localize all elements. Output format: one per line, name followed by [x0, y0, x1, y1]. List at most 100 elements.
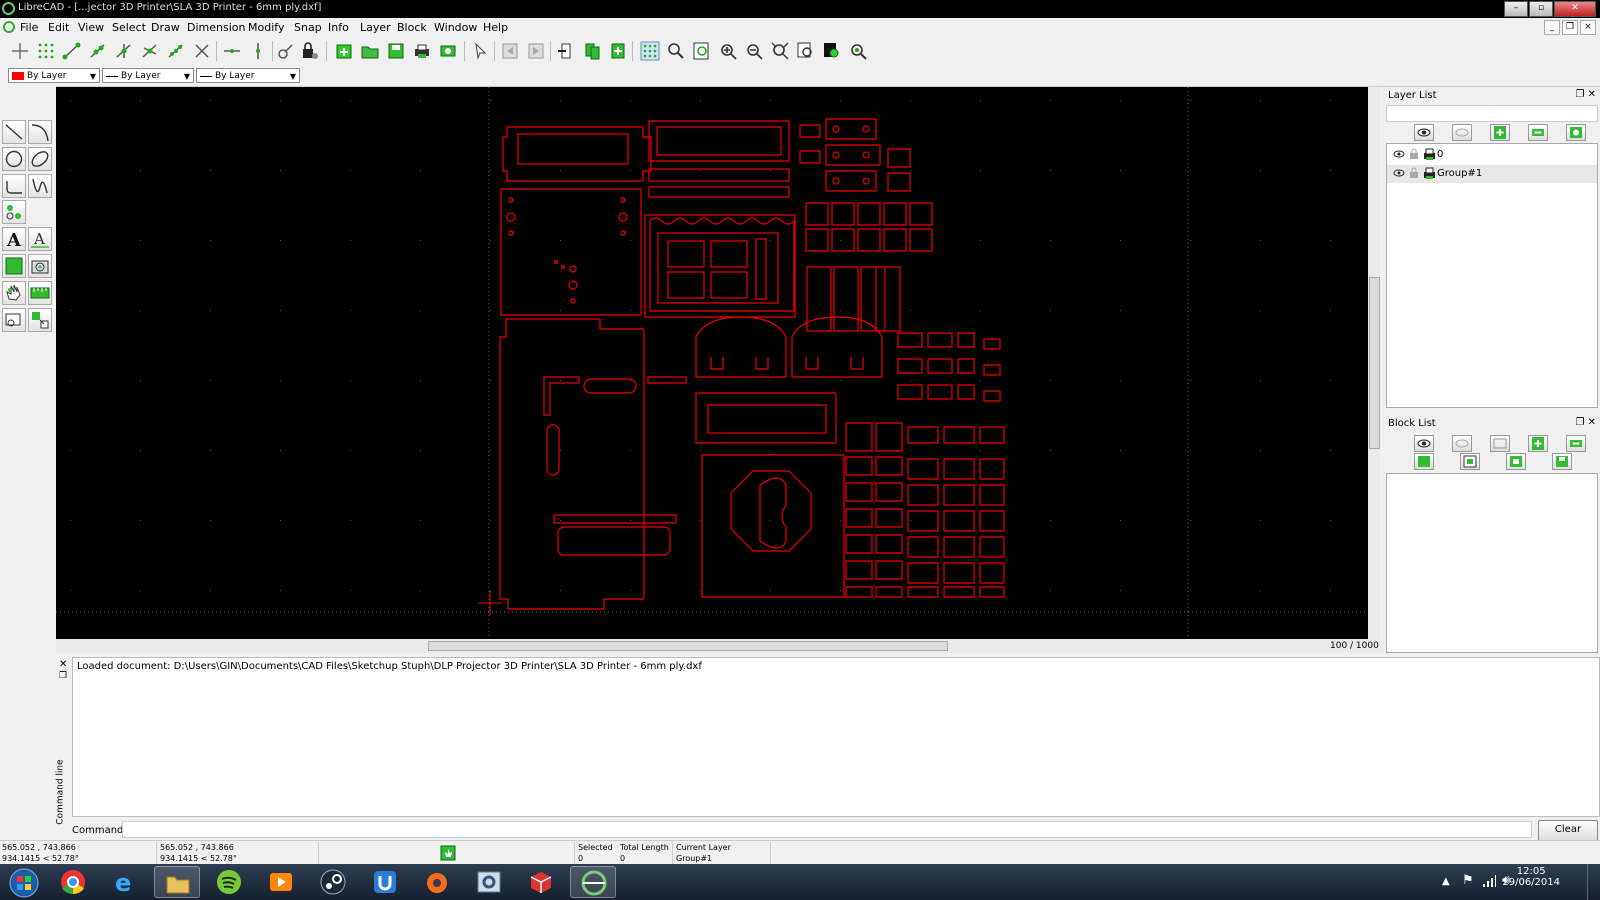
start-button[interactable] [0, 866, 44, 898]
draw-polyline-tool[interactable] [2, 174, 26, 198]
drawing-canvas[interactable] [56, 87, 1368, 639]
horizontal-scroll-thumb[interactable] [428, 641, 948, 651]
restrict-vertical-icon[interactable] [248, 41, 268, 61]
hide-all-layers-button[interactable] [1452, 124, 1472, 141]
vertical-scroll-thumb[interactable] [1369, 277, 1380, 449]
paste-icon[interactable] [608, 41, 628, 61]
menu-modify[interactable]: Modify [248, 21, 284, 34]
line-type-select[interactable]: By Layer ▼ [102, 68, 194, 83]
taskbar-chrome[interactable] [50, 866, 96, 898]
add-layer-button[interactable] [1490, 124, 1510, 141]
close-button[interactable]: ✕ [1554, 1, 1596, 17]
menu-block[interactable]: Block [397, 21, 427, 34]
eye-icon[interactable] [1393, 149, 1405, 159]
clear-button[interactable]: Clear [1538, 820, 1598, 841]
menu-view[interactable]: View [78, 21, 104, 34]
cut-icon[interactable] [556, 41, 576, 61]
measure-tool[interactable] [28, 281, 52, 305]
taskbar-control-panel[interactable] [466, 866, 512, 898]
lock-relative-zero-icon[interactable] [300, 41, 320, 61]
create-block-button[interactable] [1490, 435, 1510, 452]
snap-on-entity-icon[interactable] [88, 41, 108, 61]
remove-block-button[interactable] [1566, 435, 1586, 452]
draw-ellipse-tool[interactable] [28, 147, 52, 171]
printer-icon[interactable] [1423, 167, 1436, 180]
grid-toggle-icon[interactable] [640, 41, 660, 61]
zoom-previous-icon[interactable] [796, 41, 816, 61]
menu-info[interactable]: Info [328, 21, 349, 34]
layer-filter-input[interactable] [1386, 105, 1598, 122]
mdi-close-button[interactable]: × [1580, 20, 1596, 35]
action-center-flag-icon[interactable]: ⚑ [1462, 873, 1474, 888]
taskbar-sketchup[interactable] [518, 866, 564, 898]
taskbar-spotify[interactable] [206, 866, 252, 898]
snap-endpoint-icon[interactable] [62, 41, 82, 61]
line-width-select[interactable]: By Layer ▼ [196, 68, 300, 83]
show-hidden-icons-icon[interactable]: ▲ [1442, 876, 1450, 887]
taskbar-media-player[interactable] [258, 866, 304, 898]
snap-middle-icon[interactable] [140, 41, 160, 61]
network-signal-icon[interactable] [1482, 874, 1496, 888]
system-clock[interactable]: 12:05 29/06/2014 [1502, 866, 1560, 888]
draw-circle-tool[interactable] [2, 147, 26, 171]
taskbar-steam[interactable] [310, 866, 356, 898]
snap-grid-icon[interactable] [36, 41, 56, 61]
menu-layer[interactable]: Layer [360, 21, 391, 34]
horizontal-scrollbar[interactable] [56, 639, 1386, 653]
insert-block-tool[interactable] [28, 308, 52, 332]
zoom-auto-icon[interactable] [770, 41, 790, 61]
draw-arc-tool[interactable] [28, 120, 52, 144]
taskbar-librecad[interactable] [570, 866, 616, 898]
show-desktop-button[interactable] [1587, 864, 1600, 900]
zoom-window-icon[interactable] [822, 41, 842, 61]
menu-edit[interactable]: Edit [48, 21, 69, 34]
block-tools[interactable] [2, 308, 26, 332]
menu-draw[interactable]: Draw [151, 21, 180, 34]
show-all-blocks-button[interactable] [1414, 435, 1434, 452]
layer-dock-controls[interactable]: ❐ ✕ [1575, 89, 1596, 100]
printer-icon[interactable] [1423, 148, 1436, 161]
menu-window[interactable]: Window [434, 21, 477, 34]
taskbar-origin[interactable] [414, 866, 460, 898]
save-file-icon[interactable] [386, 41, 406, 61]
maximize-button[interactable]: ▫ [1529, 1, 1553, 17]
relative-zero-icon[interactable] [276, 41, 296, 61]
snap-distance-icon[interactable] [166, 41, 186, 61]
layer-row[interactable]: Group#1 [1387, 165, 1597, 183]
show-all-layers-button[interactable] [1414, 124, 1434, 141]
new-file-icon[interactable] [334, 41, 354, 61]
draw-text-tool[interactable]: A [2, 227, 26, 251]
zoom-out-icon[interactable] [744, 41, 764, 61]
save-block-button[interactable] [1552, 453, 1572, 470]
restrict-horizontal-icon[interactable] [222, 41, 242, 61]
menu-snap[interactable]: Snap [294, 21, 322, 34]
edit-block-button[interactable] [1460, 453, 1480, 470]
menu-select[interactable]: Select [112, 21, 146, 34]
print-preview-icon[interactable] [438, 41, 458, 61]
insert-image-tool[interactable] [28, 254, 52, 278]
draw-spline-tool[interactable] [28, 174, 52, 198]
layer-row[interactable]: 0 [1387, 146, 1597, 164]
redo-icon[interactable] [526, 41, 546, 61]
menu-file[interactable]: File [20, 21, 38, 34]
select-tools[interactable] [2, 200, 26, 224]
redraw-icon[interactable] [692, 41, 712, 61]
hide-all-blocks-button[interactable] [1452, 435, 1472, 452]
command-dock-close-button[interactable]: ✕ [59, 659, 67, 670]
taskbar-file-explorer[interactable] [154, 866, 200, 898]
lock-icon[interactable] [1409, 167, 1419, 179]
mdi-minimize-button[interactable]: _ [1544, 20, 1560, 35]
minimize-button[interactable]: – [1504, 1, 1528, 17]
command-dock-float-button[interactable]: ❐ [59, 671, 67, 681]
hatch-tool[interactable] [2, 254, 26, 278]
undo-icon[interactable] [500, 41, 520, 61]
lock-icon[interactable] [1409, 148, 1419, 160]
taskbar-uplay[interactable] [362, 866, 408, 898]
select-pointer-icon[interactable] [470, 41, 490, 61]
print-icon[interactable] [412, 41, 432, 61]
dimension-tool[interactable]: A [28, 227, 52, 251]
zoom-in-icon[interactable] [718, 41, 738, 61]
rename-block-button[interactable] [1414, 453, 1434, 470]
draft-mode-icon[interactable] [666, 41, 686, 61]
open-file-icon[interactable] [360, 41, 380, 61]
